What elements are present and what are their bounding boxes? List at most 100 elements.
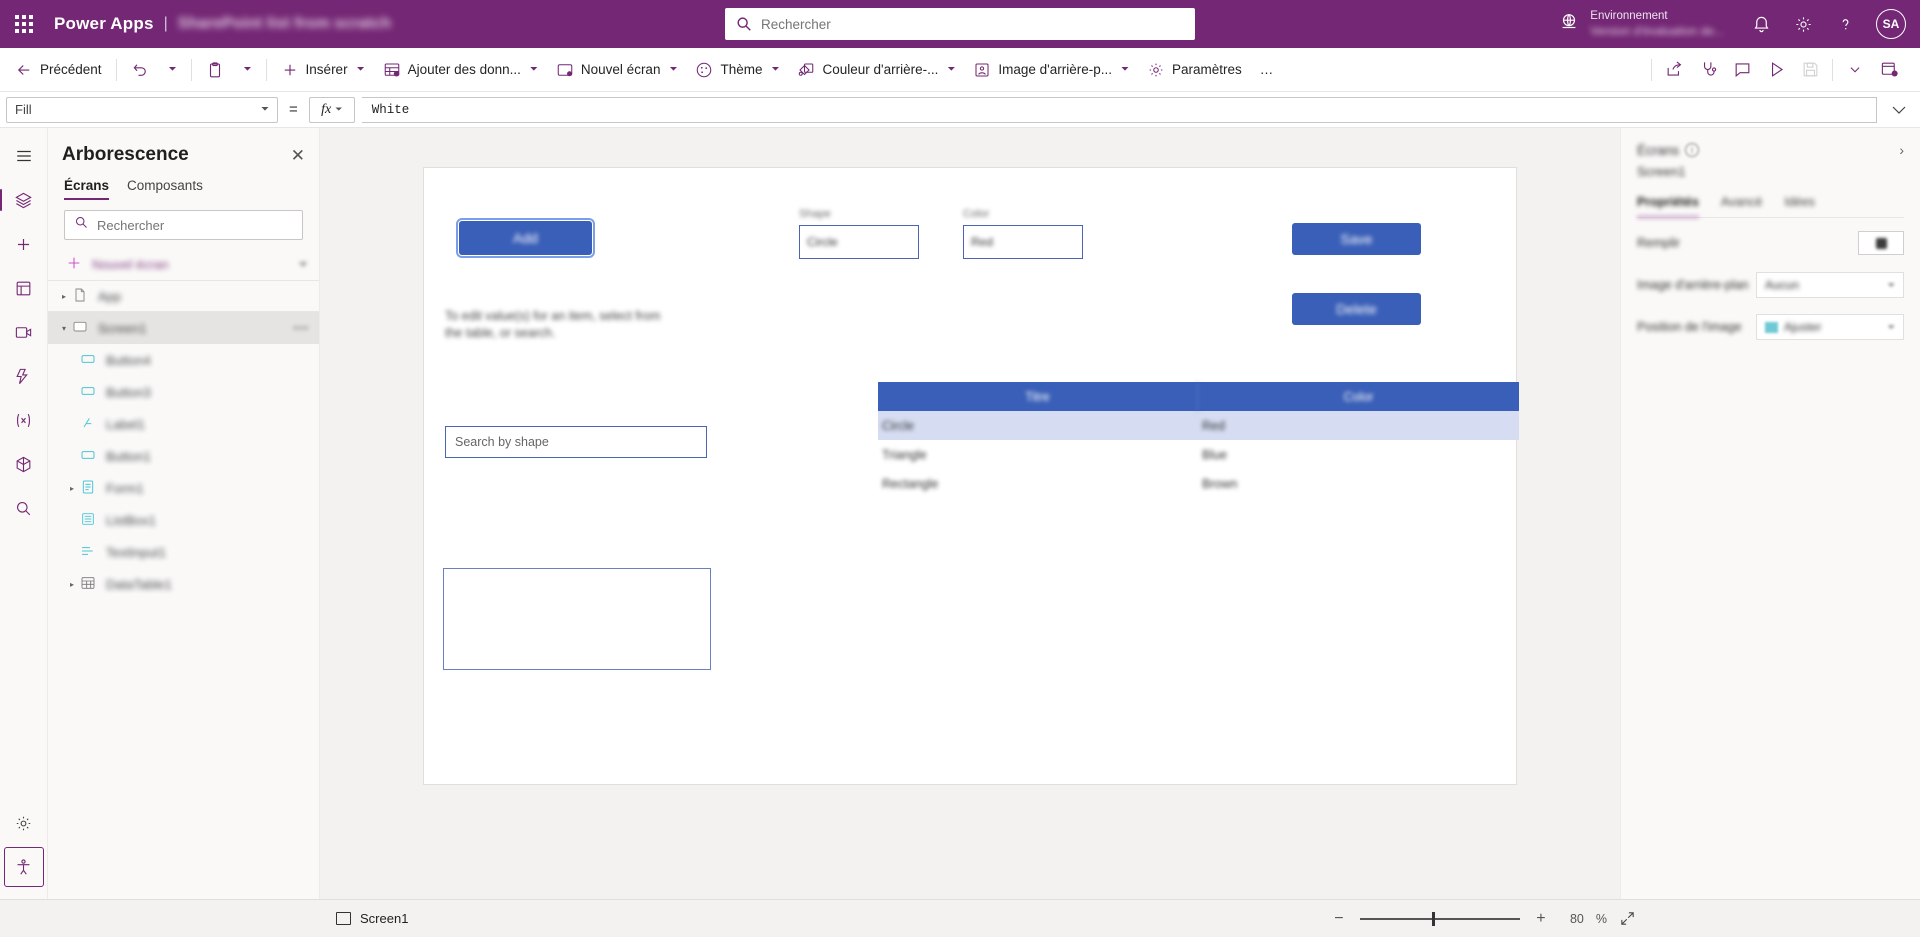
new-screen-row[interactable]: Nouvel écran ⏷	[48, 248, 319, 280]
app-canvas[interactable]: Add Shape Circle Color Red Save Delete T…	[424, 168, 1519, 784]
user-avatar[interactable]: SA	[1876, 9, 1906, 39]
app-launcher-icon[interactable]	[0, 0, 48, 48]
paste-dropdown[interactable]: ⏷	[233, 54, 261, 86]
table-row[interactable]: Rectangle Brown	[878, 469, 1519, 498]
data-table[interactable]: Titre Color Circle Red Triangle Blue Rec…	[878, 382, 1519, 498]
accessibility-icon[interactable]	[3, 847, 44, 887]
zoom-in-button[interactable]: +	[1532, 910, 1550, 928]
color-input[interactable]: Red	[963, 225, 1083, 259]
chevron-down-icon[interactable]: ⏷	[669, 64, 677, 75]
menu-icon[interactable]	[4, 136, 44, 176]
tree-item-more-icon[interactable]: •••	[293, 321, 309, 335]
overflow-button[interactable]: …	[1251, 54, 1283, 86]
settings-gear-icon[interactable]	[4, 803, 44, 843]
variables-icon[interactable]	[4, 400, 44, 440]
property-selector[interactable]: Fill ⏷	[6, 96, 278, 123]
shape-input[interactable]: Circle	[799, 225, 919, 259]
tree-row-button3[interactable]: Button3	[48, 376, 319, 408]
search-icon[interactable]	[4, 488, 44, 528]
settings-gear-icon[interactable]	[1784, 4, 1822, 44]
fx-button[interactable]: fx ⏷	[308, 96, 355, 123]
tree-row-textinput1[interactable]: TextInput1	[48, 536, 319, 568]
image-position-dropdown[interactable]: Ajuster ⏷	[1756, 314, 1904, 340]
tab-avance[interactable]: Avancé	[1721, 195, 1762, 217]
formula-input[interactable]: White	[361, 96, 1877, 123]
comment-icon[interactable]	[1725, 54, 1759, 86]
zoom-out-button[interactable]: −	[1330, 910, 1348, 928]
brand-title[interactable]: Power Apps	[54, 14, 154, 34]
global-search[interactable]	[725, 8, 1195, 40]
tree-search-input[interactable]	[97, 217, 293, 233]
collapse-panel-icon[interactable]: ›	[1899, 142, 1904, 158]
components-icon[interactable]	[4, 444, 44, 484]
tree-search-box[interactable]	[64, 210, 303, 240]
chevron-down-icon[interactable]: ⏷	[530, 64, 538, 75]
formula-expand-icon[interactable]	[1884, 101, 1914, 119]
new-screen-button[interactable]: Nouvel écran ⏷	[547, 54, 687, 86]
table-row[interactable]: Triangle Blue	[878, 440, 1519, 469]
tree-row-button1[interactable]: Button1	[48, 440, 319, 472]
media-icon[interactable]	[4, 312, 44, 352]
save-icon[interactable]	[1793, 54, 1827, 86]
tree-row-form1[interactable]: ▸ Form1	[48, 472, 319, 504]
chevron-down-icon[interactable]	[1838, 54, 1872, 86]
tab-idees[interactable]: Idées	[1784, 195, 1815, 217]
undo-button[interactable]	[122, 54, 158, 86]
background-image-dropdown[interactable]: Aucun ⏷	[1756, 272, 1904, 298]
delete-button[interactable]: Delete	[1292, 293, 1421, 325]
share-icon[interactable]	[1657, 54, 1691, 86]
zoom-slider[interactable]	[1359, 911, 1520, 926]
tab-proprietes[interactable]: Propriétés	[1637, 195, 1699, 218]
publish-icon[interactable]	[1872, 54, 1906, 86]
twisty-icon[interactable]: ▸	[64, 580, 80, 589]
background-image-button[interactable]: Image d'arrière-p... ⏷	[964, 54, 1138, 86]
tree-row-datatable1[interactable]: ▸ DataTable1	[48, 568, 319, 600]
chevron-down-icon[interactable]: ⏷	[947, 64, 955, 75]
back-button[interactable]: Précédent	[6, 54, 111, 86]
notifications-bell-icon[interactable]	[1742, 4, 1780, 44]
tree-row-screen1[interactable]: ▾ Screen1 •••	[48, 312, 319, 344]
close-icon[interactable]: ✕	[291, 147, 305, 164]
tab-ecrans[interactable]: Écrans	[64, 178, 110, 200]
chevron-down-icon[interactable]: ⏷	[357, 64, 365, 75]
table-row[interactable]: Circle Red	[878, 411, 1519, 440]
info-icon[interactable]: i	[1685, 143, 1700, 157]
tree-view-icon[interactable]	[0, 180, 44, 220]
theme-button[interactable]: Thème ⏷	[686, 54, 788, 86]
app-name-title[interactable]: SharePoint list from scratch	[178, 15, 391, 33]
canvas-scroll-area[interactable]: Add Shape Circle Color Red Save Delete T…	[320, 128, 1620, 899]
search-input[interactable]	[761, 16, 1185, 32]
data-icon[interactable]	[4, 268, 44, 308]
app-checker-icon[interactable]	[1691, 54, 1725, 86]
help-question-icon[interactable]	[1826, 4, 1864, 44]
empty-gallery-box[interactable]	[443, 568, 711, 670]
undo-dropdown[interactable]: ⏷	[158, 54, 186, 86]
paste-button[interactable]	[197, 54, 233, 86]
tree-row-button4[interactable]: Button4	[48, 344, 319, 376]
twisty-icon[interactable]: ▸	[64, 484, 80, 493]
save-button[interactable]: Save	[1292, 223, 1421, 255]
tree-row-app[interactable]: ▸ App	[48, 280, 319, 312]
background-color-button[interactable]: Couleur d'arrière-... ⏷	[788, 54, 964, 86]
fill-color-swatch[interactable]	[1858, 231, 1904, 255]
status-screen-indicator[interactable]: Screen1	[336, 911, 408, 926]
add-data-button[interactable]: Ajouter des donn... ⏷	[374, 54, 547, 86]
settings-button[interactable]: Paramètres	[1138, 54, 1251, 86]
environment-selector[interactable]: Environnement Version d'évaluation de...	[1558, 9, 1724, 38]
twisty-icon[interactable]: ▾	[56, 324, 72, 333]
chevron-down-icon[interactable]: ⏷	[1121, 64, 1129, 75]
insert-icon[interactable]	[4, 224, 44, 264]
power-automate-icon[interactable]	[4, 356, 44, 396]
column-header-color[interactable]: Color	[1198, 382, 1519, 411]
tab-composants[interactable]: Composants	[127, 178, 203, 200]
preview-play-icon[interactable]	[1759, 54, 1793, 86]
zoom-slider-thumb[interactable]	[1431, 911, 1435, 926]
twisty-icon[interactable]: ▸	[56, 292, 72, 301]
insert-button[interactable]: Insérer ⏷	[272, 54, 374, 86]
add-button[interactable]: Add	[456, 218, 595, 258]
column-header-titre[interactable]: Titre	[878, 382, 1198, 411]
tree-row-listbox1[interactable]: ListBox1	[48, 504, 319, 536]
new-screen-chevron-icon[interactable]: ⏷	[298, 257, 309, 272]
shape-search-box[interactable]: Search by shape	[445, 426, 707, 458]
tree-row-label1[interactable]: Label1	[48, 408, 319, 440]
